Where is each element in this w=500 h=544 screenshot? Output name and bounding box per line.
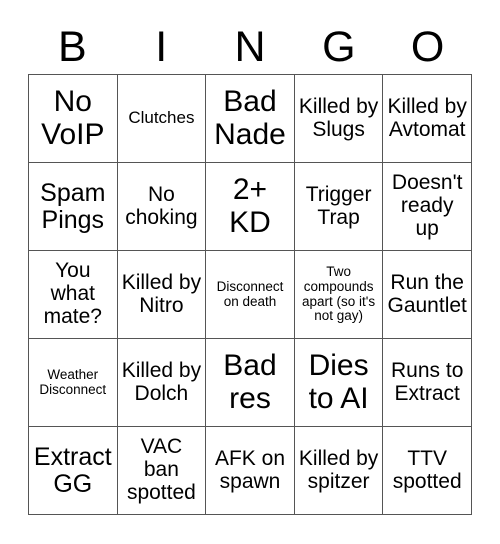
bingo-cell-g5[interactable]: Killed by spitzer [294,427,384,515]
bingo-cell-label: No VoIP [41,85,105,151]
bingo-cell-label: You what mate? [43,259,102,328]
bingo-cell-label: Trigger Trap [305,182,372,229]
bingo-cell-label: TTV spotted [392,446,462,493]
bingo-cell-i4[interactable]: Killed by Dolch [117,339,207,427]
bingo-cell-i1[interactable]: Clutches [117,75,207,163]
bingo-cell-g4[interactable]: Dies to AI [294,339,384,427]
bingo-cell-n2[interactable]: 2+ KD [206,163,295,251]
bingo-cell-n5[interactable]: AFK on spawn [206,427,295,515]
bingo-cell-o4[interactable]: Runs to Extract [383,339,472,427]
bingo-cell-o3[interactable]: Run the Gauntlet [383,251,472,339]
bingo-grid: No VoIP Clutches Bad Nade Killed by Slug… [28,74,472,515]
bingo-cell-label: Doesn't ready up [391,171,463,240]
bingo-cell-n4[interactable]: Bad res [206,339,295,427]
bingo-cell-label: Spam Pings [40,178,106,234]
bingo-cell-label: Killed by Nitro [121,270,202,317]
bingo-header-letter-i: I [155,22,168,71]
bingo-cell-n1[interactable]: Bad Nade [206,75,295,163]
bingo-cell-o5[interactable]: TTV spotted [383,427,472,515]
bingo-cell-i2[interactable]: No choking [117,163,207,251]
bingo-cell-label: Killed by Avtomat [387,94,467,141]
bingo-cell-label: Runs to Extract [391,358,464,405]
bingo-cell-label: Killed by spitzer [298,446,379,493]
bingo-cell-label: Disconnect on death [216,278,284,309]
bingo-cell-o1[interactable]: Killed by Avtomat [383,75,472,163]
bingo-cell-g3[interactable]: Two compounds apart (so it's not gay) [294,251,384,339]
bingo-cell-label: Clutches [128,108,195,128]
bingo-cell-label: Killed by Slugs [298,94,379,141]
bingo-cell-n3[interactable]: Disconnect on death [206,251,295,339]
bingo-header-letter-b: B [58,22,87,71]
bingo-cell-label: Killed by Dolch [121,358,202,405]
bingo-header: B I N G O [28,20,472,74]
bingo-cell-o2[interactable]: Doesn't ready up [383,163,472,251]
bingo-cell-label: Weather Disconnect [39,366,107,397]
bingo-cell-i5[interactable]: VAC ban spotted [117,427,207,515]
bingo-cell-i3[interactable]: Killed by Nitro [117,251,207,339]
bingo-cell-label: 2+ KD [229,173,271,239]
bingo-header-letter-g: G [322,22,356,71]
bingo-cell-label: Dies to AI [308,349,369,415]
bingo-cell-label: Run the Gauntlet [387,270,467,317]
bingo-card: B I N G O No VoIP Clutches Bad Nade Kill… [0,0,500,544]
bingo-header-letter-n: N [234,22,266,71]
bingo-cell-label: Bad res [223,349,277,415]
bingo-cell-label: Two compounds apart (so it's not gay) [302,264,376,324]
bingo-cell-label: Extract GG [33,442,112,498]
bingo-cell-g2[interactable]: Trigger Trap [294,163,384,251]
bingo-cell-label: VAC ban spotted [126,435,196,504]
bingo-cell-label: No choking [125,182,198,229]
bingo-cell-b4[interactable]: Weather Disconnect [29,339,118,427]
bingo-cell-b3[interactable]: You what mate? [29,251,118,339]
bingo-cell-b5[interactable]: Extract GG [29,427,118,515]
bingo-header-letter-o: O [410,22,445,71]
bingo-cell-label: AFK on spawn [214,446,286,493]
bingo-cell-label: Bad Nade [214,85,286,151]
bingo-cell-b1[interactable]: No VoIP [29,75,118,163]
bingo-cell-b2[interactable]: Spam Pings [29,163,118,251]
bingo-cell-g1[interactable]: Killed by Slugs [294,75,384,163]
